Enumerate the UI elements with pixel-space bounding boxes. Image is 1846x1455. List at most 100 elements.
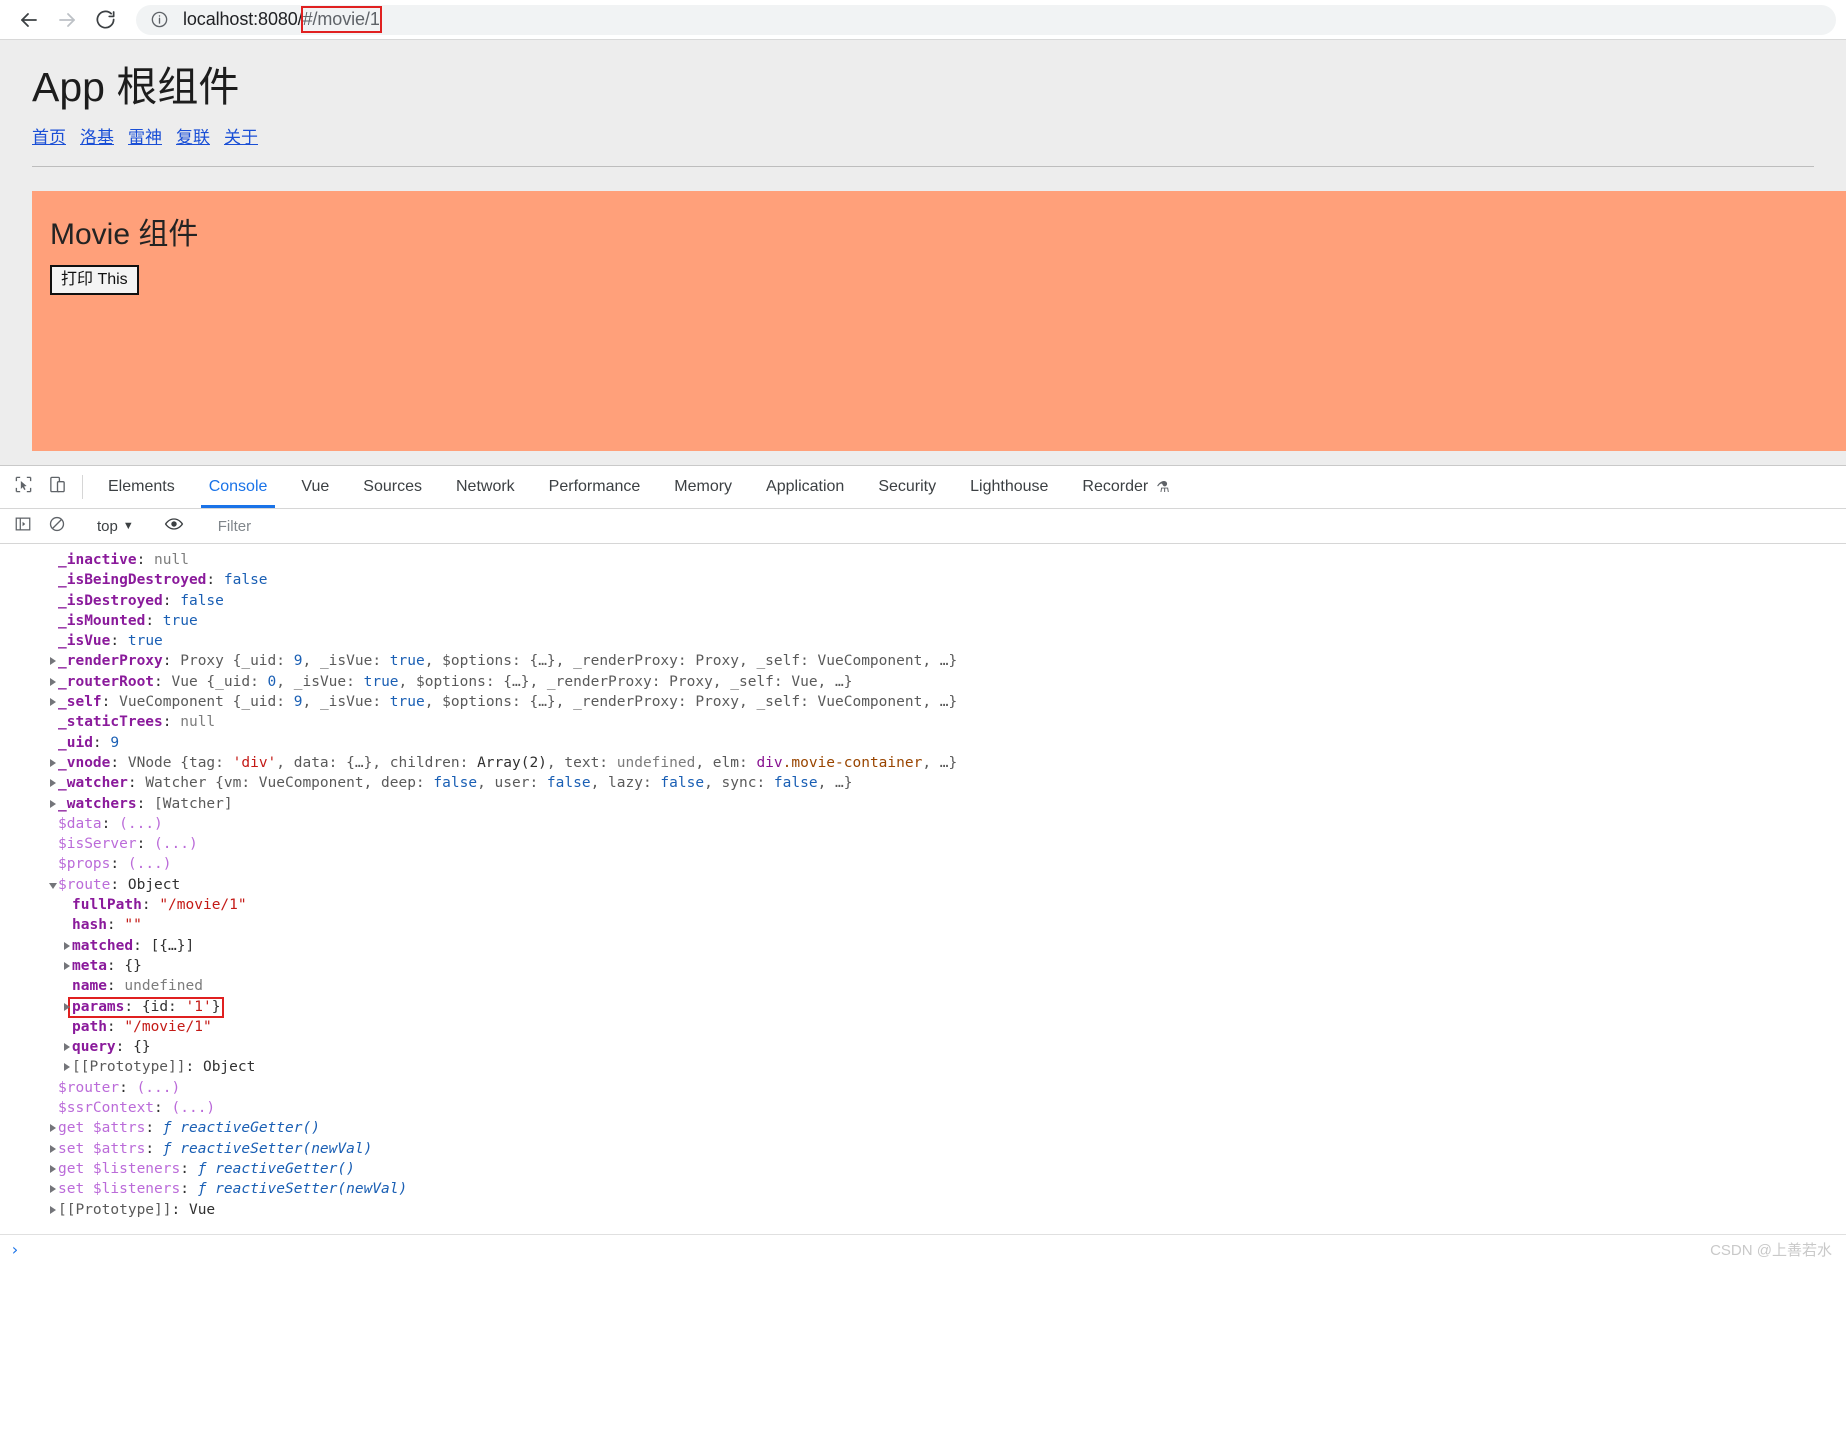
- console-token: $router: [58, 1079, 120, 1096]
- console-token: meta: [72, 957, 107, 974]
- disclosure-triangle-open-icon[interactable]: [49, 882, 57, 889]
- disclosure-triangle-closed-icon[interactable]: [50, 698, 56, 707]
- tab-vue[interactable]: Vue: [284, 466, 346, 508]
- console-line-content: _isMounted: true: [58, 613, 198, 629]
- disclosure-triangle-closed-icon[interactable]: [64, 1002, 70, 1011]
- console-filter-input[interactable]: [215, 515, 1846, 537]
- console-line-content: name: undefined: [72, 978, 203, 994]
- tab-recorder[interactable]: Recorder ⚗: [1065, 466, 1186, 508]
- console-log-line: fullPath: "/movie/1": [0, 895, 1846, 915]
- disclosure-triangle-closed-icon[interactable]: [50, 677, 56, 686]
- console-token: _inactive: [58, 552, 137, 568]
- tab-security[interactable]: Security: [861, 466, 953, 508]
- nav-link-loki[interactable]: 洛基: [80, 128, 114, 147]
- device-toolbar-button[interactable]: [40, 466, 74, 508]
- disclosure-triangle-closed-icon[interactable]: [50, 1205, 56, 1214]
- console-token: :: [136, 795, 155, 812]
- disclosure-triangle-closed-icon[interactable]: [50, 1124, 56, 1133]
- console-token: , user:: [477, 775, 547, 792]
- movie-component-title: Movie 组件: [50, 218, 199, 252]
- recorder-flask-icon: ⚗: [1156, 479, 1170, 496]
- console-token: :: [162, 653, 181, 670]
- console-log-line: set $listeners: ƒ reactiveSetter(newVal): [0, 1179, 1846, 1199]
- live-expression-button[interactable]: [157, 514, 191, 539]
- disclosure-triangle-closed-icon[interactable]: [50, 1185, 56, 1194]
- disclosure-triangle-closed-icon[interactable]: [50, 657, 56, 666]
- disclosure-triangle-closed-icon[interactable]: [64, 1043, 70, 1052]
- console-token: :: [92, 734, 111, 751]
- tab-sources[interactable]: Sources: [346, 466, 439, 508]
- site-info-icon[interactable]: [150, 10, 169, 29]
- disclosure-triangle-closed-icon[interactable]: [50, 799, 56, 808]
- disclosure-triangle-closed-icon[interactable]: [50, 1164, 56, 1173]
- console-token: {}: [124, 957, 142, 974]
- console-token: _isVue: [293, 673, 347, 690]
- console-token: _uid: [241, 653, 277, 670]
- console-line-content: _staticTrees: null: [58, 714, 215, 730]
- disclosure-triangle-closed-icon[interactable]: [64, 961, 70, 970]
- console-token: div: [756, 754, 783, 771]
- console-token: query: [72, 1039, 116, 1056]
- tab-network[interactable]: Network: [439, 466, 532, 508]
- tab-lighthouse[interactable]: Lighthouse: [953, 466, 1065, 508]
- console-token: _vnode: [58, 754, 111, 771]
- tab-memory[interactable]: Memory: [657, 466, 749, 508]
- console-token: , lazy:: [590, 775, 661, 792]
- disclosure-triangle-closed-icon[interactable]: [50, 1144, 56, 1153]
- console-line-content: query: {}: [72, 1039, 151, 1055]
- console-token: :: [206, 572, 224, 589]
- console-log-line: _isDestroyed: false: [0, 591, 1846, 611]
- console-token: 9: [110, 734, 120, 751]
- console-token: $props: [58, 856, 111, 873]
- tab-performance[interactable]: Performance: [532, 466, 658, 508]
- disclosure-triangle-closed-icon[interactable]: [64, 1063, 70, 1072]
- console-line-content: $data: (...): [58, 816, 163, 832]
- console-token: :: [110, 754, 128, 771]
- nav-link-home[interactable]: 首页: [32, 128, 66, 147]
- disclosure-triangle-closed-icon[interactable]: [50, 779, 56, 788]
- back-button[interactable]: [10, 1, 48, 39]
- console-token: :: [106, 978, 125, 995]
- console-output[interactable]: _inactive: null _isBeingDestroyed: false _…: [0, 544, 1846, 1234]
- disclosure-triangle-closed-icon[interactable]: [50, 758, 56, 767]
- tab-elements[interactable]: Elements: [91, 466, 192, 508]
- console-token: ƒ: [197, 1181, 216, 1198]
- console-token: _self: [58, 694, 102, 711]
- address-bar[interactable]: localhost:8080/#/movie/1: [136, 4, 1836, 35]
- reload-button[interactable]: [86, 1, 124, 39]
- nav-link-about[interactable]: 关于: [224, 128, 258, 147]
- console-line-content: [[Prototype]]: Vue: [58, 1202, 215, 1218]
- tab-application[interactable]: Application: [749, 466, 861, 508]
- console-sidebar-toggle-button[interactable]: [6, 515, 40, 538]
- console-context-selector[interactable]: top ▼: [91, 518, 140, 535]
- tab-console[interactable]: Console: [192, 466, 285, 508]
- console-token: , sync:: [704, 775, 774, 792]
- clear-console-icon: [48, 515, 66, 538]
- console-token: ,: [302, 694, 320, 711]
- console-token: :: [346, 673, 364, 690]
- devtools-tabbar: Elements Console Vue Sources Network Per…: [0, 466, 1846, 509]
- console-line-content: [[Prototype]]: Object: [72, 1059, 255, 1075]
- inspect-element-button[interactable]: [6, 466, 40, 508]
- devtools-panel: Elements Console Vue Sources Network Per…: [0, 465, 1846, 1455]
- console-token: :: [115, 1039, 134, 1056]
- console-token: _routerRoot: [58, 673, 155, 690]
- console-token: :: [119, 1079, 137, 1096]
- console-prompt[interactable]: › CSDN @上善若水: [0, 1234, 1846, 1264]
- forward-button[interactable]: [48, 1, 86, 39]
- print-this-button[interactable]: 打印 This: [50, 265, 139, 296]
- toolbar-divider: [82, 475, 83, 499]
- prompt-caret-icon: ›: [10, 1240, 20, 1259]
- disclosure-triangle-closed-icon[interactable]: [64, 941, 70, 950]
- console-token: $listeners: [92, 1160, 181, 1177]
- console-token: false: [773, 775, 818, 792]
- console-token: _isDestroyed: [58, 592, 163, 609]
- nav-link-avengers[interactable]: 复联: [176, 128, 210, 147]
- nav-link-thor[interactable]: 雷神: [128, 128, 162, 147]
- console-token: null: [180, 714, 216, 731]
- url-host: localhost:8080/: [183, 9, 303, 29]
- console-token: :: [124, 998, 142, 1015]
- clear-console-button[interactable]: [40, 515, 74, 538]
- console-token: path: [72, 1018, 107, 1035]
- console-log-line: [[Prototype]]: Vue: [0, 1200, 1846, 1220]
